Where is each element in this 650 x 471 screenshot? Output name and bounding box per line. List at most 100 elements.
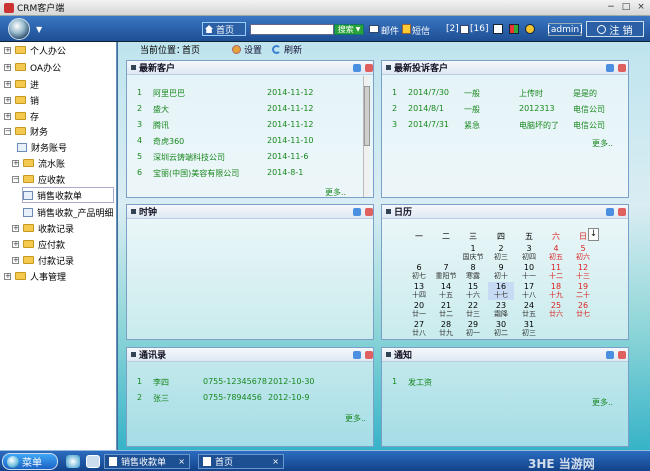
- contact-row[interactable]: 1 李四 0755-12345678 2012-10-30: [137, 377, 315, 387]
- expand-toggle[interactable]: +: [12, 159, 19, 167]
- refresh-icon[interactable]: [353, 64, 361, 72]
- calendar-day[interactable]: 27 廿八: [406, 320, 432, 338]
- settings-button[interactable]: 设置: [232, 43, 262, 56]
- calendar-nav-button[interactable]: ↓: [588, 228, 599, 241]
- task-counter[interactable]: [16]: [470, 24, 488, 34]
- calendar-day[interactable]: 26 廿七: [570, 301, 596, 319]
- close-icon[interactable]: ×: [272, 457, 279, 466]
- chart-icon[interactable]: [509, 24, 519, 34]
- customer-row[interactable]: 6 宝丽(中国)美容有限公司 2014-8-1: [137, 168, 303, 178]
- close-icon[interactable]: [618, 64, 626, 72]
- more-link[interactable]: 更多..: [325, 187, 346, 198]
- tree-item-sales[interactable]: + 销: [4, 93, 39, 107]
- calendar-day[interactable]: 5 初六: [570, 244, 596, 262]
- refresh-icon[interactable]: [606, 208, 614, 216]
- tree-item-personal-office[interactable]: + 个人办公: [4, 43, 66, 57]
- calendar-day[interactable]: 29 初一: [460, 320, 486, 338]
- maximize-button[interactable]: □: [619, 2, 633, 13]
- calendar-icon[interactable]: [493, 24, 503, 34]
- customer-row[interactable]: 3 腾讯 2014-11-12: [137, 120, 314, 130]
- calendar-day[interactable]: 16 十七: [488, 282, 514, 300]
- app-logo-icon[interactable]: [8, 18, 30, 40]
- expand-toggle[interactable]: +: [12, 240, 19, 248]
- refresh-icon[interactable]: [606, 351, 614, 359]
- expand-toggle[interactable]: +: [4, 112, 11, 120]
- tree-item-ledger[interactable]: + 流水账: [12, 156, 65, 170]
- close-icon[interactable]: [618, 208, 626, 216]
- complaint-row[interactable]: 3 2014/7/31 紧急 电脑坏的了 电信公司: [392, 120, 605, 130]
- refresh-icon[interactable]: [353, 208, 361, 216]
- expand-toggle[interactable]: +: [4, 63, 11, 71]
- calendar-day[interactable]: 28 廿九: [433, 320, 459, 338]
- more-link[interactable]: 更多..: [345, 413, 366, 424]
- calendar-day[interactable]: 23 霜降: [488, 301, 514, 319]
- close-icon[interactable]: [365, 64, 373, 72]
- gear-icon[interactable]: [525, 24, 535, 34]
- refresh-icon[interactable]: [353, 351, 361, 359]
- contact-row[interactable]: 2 张三 0755-7894456 2012-10-9: [137, 393, 309, 403]
- calendar-day[interactable]: 31 初三: [516, 320, 542, 338]
- calendar-day[interactable]: 17 十八: [516, 282, 542, 300]
- minimize-button[interactable]: −: [604, 2, 618, 13]
- tree-item-sales-receipt-detail[interactable]: 销售收款_产品明细: [23, 205, 114, 219]
- calendar-day[interactable]: 12 十三: [570, 263, 596, 281]
- expand-toggle[interactable]: +: [4, 46, 11, 54]
- search-input[interactable]: [250, 24, 334, 35]
- close-icon[interactable]: [365, 208, 373, 216]
- notice-row[interactable]: 1 发工资: [392, 377, 432, 387]
- tree-item-hr[interactable]: + 人事管理: [4, 269, 66, 283]
- complaint-row[interactable]: 2 2014/8/1 一般 2012313 电信公司: [392, 104, 605, 114]
- collapse-toggle[interactable]: −: [4, 127, 11, 135]
- calendar-day[interactable]: 3 初四: [516, 244, 542, 262]
- sms-icon[interactable]: [402, 24, 411, 34]
- calendar-day[interactable]: 6 初七: [406, 263, 432, 281]
- close-button[interactable]: ×: [634, 2, 648, 13]
- calendar-day[interactable]: 21 廿二: [433, 301, 459, 319]
- sms-link[interactable]: 短信: [412, 24, 430, 37]
- calendar-day[interactable]: 8 寒露: [460, 263, 486, 281]
- search-select[interactable]: 搜索 ▼: [334, 24, 364, 35]
- tree-item-receivables[interactable]: − 应收款: [12, 172, 65, 186]
- calendar-day[interactable]: 4 初五: [543, 244, 569, 262]
- tree-item-payment-records[interactable]: + 付款记录: [12, 253, 74, 267]
- more-link[interactable]: 更多..: [592, 138, 613, 149]
- start-menu-button[interactable]: 菜单: [2, 453, 58, 470]
- desktop-icon[interactable]: [86, 455, 100, 468]
- tree-item-receipt-records[interactable]: + 收款记录: [12, 221, 74, 235]
- refresh-button[interactable]: 刷新: [272, 43, 302, 56]
- scrollbar[interactable]: [363, 76, 370, 197]
- expand-toggle[interactable]: +: [12, 224, 19, 232]
- calendar-day[interactable]: 9 初十: [488, 263, 514, 281]
- tree-item-oa[interactable]: + OA办公: [4, 60, 61, 74]
- close-icon[interactable]: ×: [178, 457, 185, 466]
- complaint-row[interactable]: 1 2014/7/30 一般 上传时 是是的: [392, 88, 597, 98]
- calendar-day[interactable]: 24 廿五: [516, 301, 542, 319]
- calendar-day[interactable]: 30 初二: [488, 320, 514, 338]
- mail-icon[interactable]: [369, 25, 379, 33]
- tree-item-sales-receipt[interactable]: 销售收款单: [22, 187, 114, 203]
- message-counter[interactable]: [2]: [446, 24, 459, 34]
- more-link[interactable]: 更多..: [592, 397, 613, 408]
- close-icon[interactable]: [365, 351, 373, 359]
- task-home[interactable]: 首页 ×: [198, 454, 284, 469]
- calendar-day[interactable]: 25 廿六: [543, 301, 569, 319]
- scrollbar-thumb[interactable]: [364, 86, 370, 146]
- calendar-day[interactable]: 22 廿三: [460, 301, 486, 319]
- task-sales-receipt[interactable]: 销售收款单 ×: [104, 454, 190, 469]
- customer-row[interactable]: 4 奇虎360 2014-11-10: [137, 136, 314, 146]
- refresh-icon[interactable]: [606, 64, 614, 72]
- calendar-day[interactable]: 7 重阳节: [433, 263, 459, 281]
- home-button[interactable]: 首页: [202, 22, 246, 36]
- calendar-day[interactable]: 15 十六: [460, 282, 486, 300]
- quicklaunch-icon[interactable]: [66, 455, 80, 468]
- calendar-day[interactable]: 11 十二: [543, 263, 569, 281]
- calendar-day[interactable]: 2 初三: [488, 244, 514, 262]
- calendar-day[interactable]: 20 廿一: [406, 301, 432, 319]
- message-icon[interactable]: [460, 25, 469, 34]
- calendar-day[interactable]: 1 国庆节: [460, 244, 486, 262]
- tree-item-stock[interactable]: + 存: [4, 109, 39, 123]
- calendar-day[interactable]: 13 十四: [406, 282, 432, 300]
- calendar-day[interactable]: 19 二十: [570, 282, 596, 300]
- logout-button[interactable]: 注 销: [586, 21, 644, 37]
- chevron-down-icon[interactable]: ▼: [36, 25, 42, 34]
